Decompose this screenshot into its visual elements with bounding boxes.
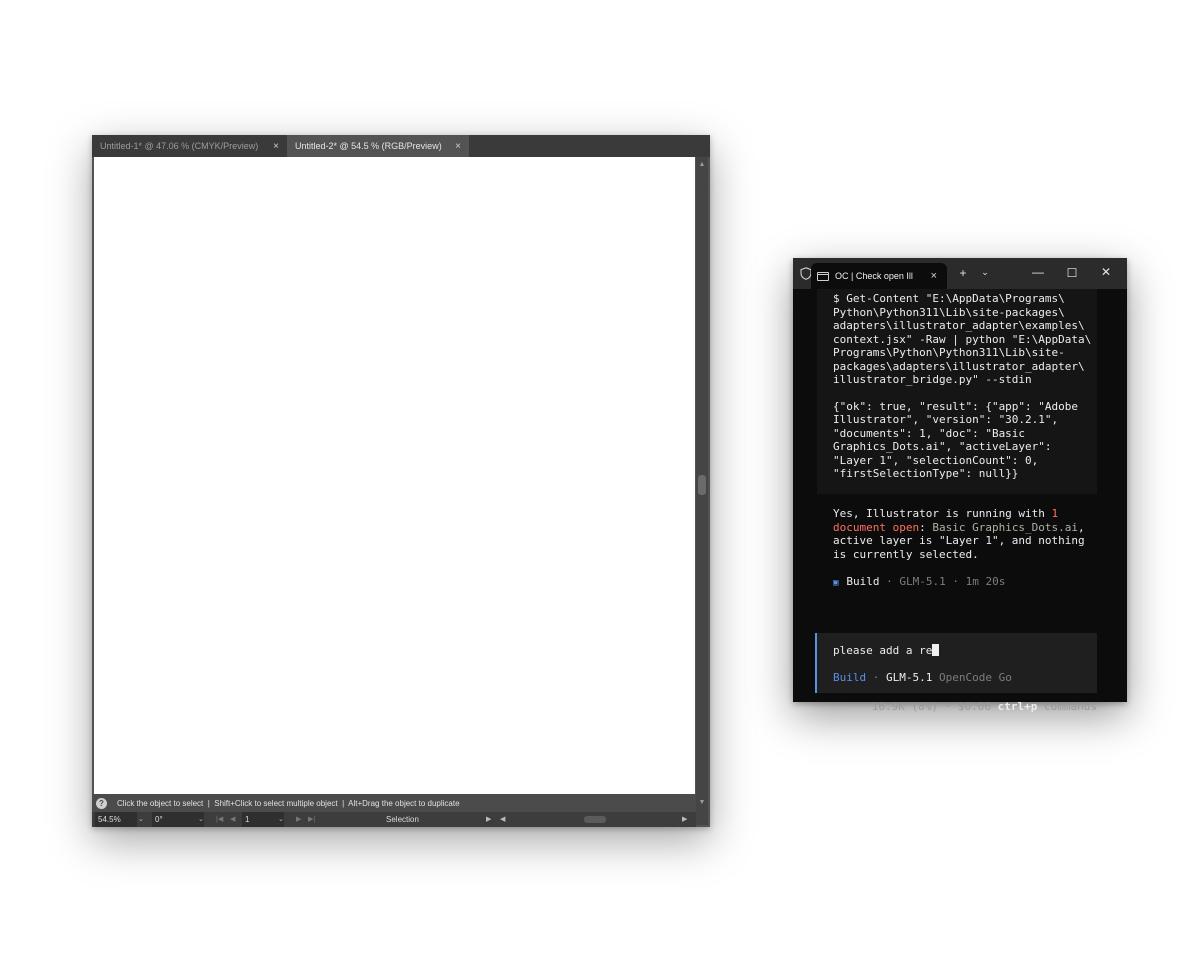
shell-command: $ Get-Content "E:\AppData\Programs\ Pyth… (833, 292, 1092, 386)
scroll-up-icon[interactable]: ▲ (696, 159, 708, 171)
token-usage: 16.9K (8%) · $0.06 (871, 700, 998, 713)
command-result: {"ok": true, "result": {"app": "Adobe Il… (833, 399, 1079, 481)
chevron-down-icon[interactable]: ⌄ (979, 267, 991, 278)
build-model: GLM-5.1 (899, 575, 946, 588)
chevron-down-icon[interactable]: ⌄ (198, 812, 204, 827)
build-duration: 1m 20s (965, 575, 1006, 588)
shortcut-label: commands (1037, 700, 1097, 713)
last-artboard-icon[interactable]: ▶| (308, 812, 315, 827)
chevron-down-icon[interactable]: ⌄ (138, 812, 144, 827)
prompt-box[interactable]: please add a re Build · GLM-5.1 OpenCode… (815, 633, 1097, 693)
document-tab-bar: Untitled-1* @ 47.06 % (CMYK/Preview) × U… (92, 135, 710, 157)
answer-text: Yes, Illustrator is running with (833, 507, 1052, 520)
scroll-thumb[interactable] (584, 816, 606, 823)
horizontal-scrollbar[interactable] (500, 815, 696, 824)
shortcut-key: ctrl+p (997, 700, 1038, 713)
separator: · (879, 575, 900, 588)
minimize-button[interactable]: — (1031, 265, 1045, 279)
separator: · (945, 575, 966, 588)
terminal-output: $ Get-Content "E:\AppData\Programs\ Pyth… (793, 289, 1127, 713)
prompt-text: please add a re (833, 644, 933, 657)
maximize-button[interactable]: ☐ (1065, 266, 1079, 280)
scroll-right-icon[interactable]: ▶ (682, 812, 687, 827)
agent-name: Build (833, 671, 867, 684)
answer-highlight: 1 (1051, 507, 1059, 520)
artboard-canvas[interactable] (94, 157, 695, 794)
footer-status: 16.9K (8%) · $0.06 ctrl+p commands (872, 700, 1097, 714)
answer-highlight: document open (833, 520, 920, 534)
new-tab-button[interactable]: + (956, 266, 970, 280)
status-hint-text: Click the object to select | Shift+Click… (117, 798, 460, 808)
close-icon[interactable]: × (931, 270, 937, 282)
close-button[interactable]: ✕ (1099, 265, 1113, 279)
assistant-answer: Yes, Illustrator is running with 1 docum… (833, 507, 1103, 561)
terminal-title-bar: OC | Check open Ill × + ⌄ — ☐ ✕ (793, 258, 1127, 289)
current-tool-label: Selection (386, 815, 419, 824)
chevron-down-icon[interactable]: ⌄ (278, 812, 284, 827)
vertical-scrollbar[interactable]: ▲ ▼ (696, 157, 708, 825)
terminal-tab[interactable]: OC | Check open Ill × (811, 263, 947, 289)
tab-title: OC | Check open Ill (835, 271, 913, 281)
bottom-status-bar: 54.5% ⌄ 0° ⌄ |◀ ◀ 1 ⌄ ▶ ▶| Selection ▶ ◀… (92, 812, 696, 827)
tab-label: Untitled-1* @ 47.06 % (CMYK/Preview) (100, 141, 259, 151)
tab-untitled-1[interactable]: Untitled-1* @ 47.06 % (CMYK/Preview) × (92, 135, 287, 157)
answer-text: : (919, 520, 933, 534)
prompt-input[interactable]: please add a re (833, 644, 940, 658)
close-icon[interactable]: × (273, 141, 279, 152)
rotation-field[interactable]: 0° (152, 812, 204, 827)
build-status-line: ▣ Build · GLM-5.1 · 1m 20s (833, 575, 1103, 591)
tab-untitled-2[interactable]: Untitled-2* @ 54.5 % (RGB/Preview) × (287, 135, 469, 157)
previous-artboard-icon[interactable]: ◀ (230, 812, 235, 827)
separator: · (866, 671, 886, 684)
terminal-icon (817, 271, 829, 281)
tool-call-block: $ Get-Content "E:\AppData\Programs\ Pyth… (817, 289, 1097, 494)
tab-label: Untitled-2* @ 54.5 % (RGB/Preview) (295, 141, 442, 151)
scroll-down-icon[interactable]: ▼ (696, 797, 708, 809)
next-artboard-icon[interactable]: ▶ (296, 812, 301, 827)
scroll-thumb[interactable] (698, 475, 706, 495)
illustrator-window: Untitled-1* @ 47.06 % (CMYK/Preview) × U… (92, 135, 710, 827)
answer-filename: Basic Graphics_Dots.ai (932, 520, 1079, 534)
terminal-window: OC | Check open Ill × + ⌄ — ☐ ✕ $ Get-Co… (793, 258, 1127, 713)
agent-provider: OpenCode Go (932, 671, 1012, 684)
play-icon[interactable]: ▶ (486, 812, 491, 827)
first-artboard-icon[interactable]: |◀ (216, 812, 223, 827)
status-hint-bar: ? Click the object to select | Shift+Cli… (92, 794, 696, 812)
agent-selector[interactable]: Build · GLM-5.1 OpenCode Go (833, 671, 1012, 685)
agent-model: GLM-5.1 (886, 671, 933, 684)
zoom-level-field[interactable]: 54.5% (95, 812, 137, 827)
build-mode: Build (846, 575, 880, 588)
build-icon: ▣ (833, 578, 839, 588)
close-icon[interactable]: × (455, 141, 461, 152)
help-icon[interactable]: ? (96, 797, 107, 809)
text-cursor (932, 644, 940, 656)
